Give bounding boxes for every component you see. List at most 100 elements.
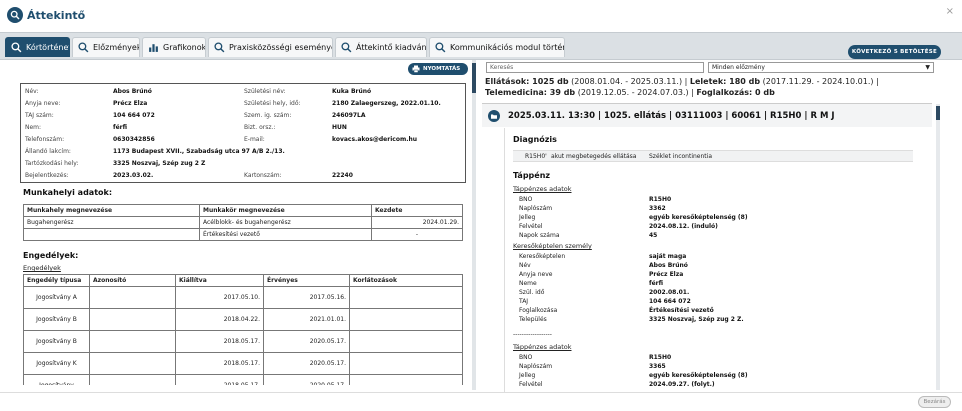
sick-leave-title: Táppénz xyxy=(513,171,551,180)
table-header-row: Munkahely megnevezése Munkakör megnevezé… xyxy=(23,204,463,217)
value-sex: férfi xyxy=(113,124,128,131)
label-mother-name: Anyja neve: xyxy=(25,100,61,107)
value-insurance-country: HUN xyxy=(332,124,347,131)
value-email: kovacs.akos@dericom.hu xyxy=(332,136,418,143)
label-card-number: Kartonszám: xyxy=(244,172,282,179)
field-value: 2002.08.01. xyxy=(649,289,690,296)
tab-elozmenyek[interactable]: Előzmények xyxy=(72,37,140,57)
diagnosis-name: Széklet incontinentia xyxy=(649,153,712,160)
table-cell xyxy=(349,374,463,385)
scrollbar-thumb[interactable] xyxy=(936,106,940,120)
summary-foglalkozas: Foglalkozás: 0 db xyxy=(696,88,775,97)
field-label: Keresőképtelen xyxy=(519,253,566,260)
field-value: Précz Elza xyxy=(649,271,684,278)
column-header: Engedély típusa xyxy=(23,274,90,287)
column-header: Munkakör megnevezése xyxy=(199,204,372,217)
event-header[interactable]: 2025.03.11. 13:30 | 1025. ellátás | 0311… xyxy=(482,103,932,127)
label-residence: Tartózkodási hely: xyxy=(25,160,79,167)
tab-attekinto-kiadvany[interactable]: Áttekintő kiadvány xyxy=(335,37,427,57)
field-value: 3325 Noszvaj, Szép zug 2 Z. xyxy=(649,316,744,323)
field-label: Napok száma xyxy=(519,232,560,239)
print-button[interactable]: NYOMTATÁS xyxy=(408,63,468,75)
value-residence: 3325 Noszvaj, Szép zug 2 Z xyxy=(113,160,206,167)
field-label: TAJ xyxy=(519,298,529,305)
field-label: Jelleg xyxy=(519,214,536,221)
diagnosis-row: R15H0' akut megbetegedés ellátása Székle… xyxy=(513,150,913,162)
history-filter-select[interactable]: Minden előzmény ▼ xyxy=(708,62,934,73)
field-label: Anyja neve xyxy=(519,271,553,278)
permits-table: Engedély típusa Azonosító Kiállítva Érvé… xyxy=(23,274,463,385)
table-cell: 2020.05.17. xyxy=(263,352,350,375)
search-icon xyxy=(435,42,446,53)
field-label: Foglalkozása xyxy=(519,307,558,314)
label-birth-place: Születési hely, idő: xyxy=(244,100,301,107)
incapacitated-person-subtitle: Keresőképtelen személy xyxy=(513,242,592,250)
tab-praxiskozossegi[interactable]: Praxisközösségi események xyxy=(208,37,333,57)
folder-open-icon xyxy=(488,110,500,122)
table-cell: 2021.01.01. xyxy=(263,308,350,331)
table-row: Értékesítési vezető - xyxy=(23,228,463,241)
label-birth-name: Születési név: xyxy=(244,88,286,95)
tab-label: Kórtörténet xyxy=(26,43,70,52)
table-cell xyxy=(349,330,463,353)
field-label: Település xyxy=(519,316,547,323)
table-row: Jogosítvány B 2018.05.17. 2020.05.17. xyxy=(23,330,463,353)
search-icon xyxy=(78,42,89,53)
table-cell: Jogosítvány B xyxy=(23,308,90,331)
panel-splitter[interactable] xyxy=(472,60,476,390)
label-email: E-mail: xyxy=(244,136,265,143)
table-cell: - xyxy=(371,228,463,241)
field-label: Naplószám xyxy=(519,363,553,370)
field-label: Neme xyxy=(519,280,537,287)
field-label: Naplószám xyxy=(519,205,553,212)
field-value: 2024.09.27. (folyt.) xyxy=(649,381,715,388)
tab-grafikonok[interactable]: Grafikonok xyxy=(142,37,206,57)
summary-telemedicina-range: (2019.12.05. - 2024.07.03.) | xyxy=(575,88,697,97)
table-cell: 2017.05.10. xyxy=(175,286,264,309)
table-cell xyxy=(89,374,176,385)
value-mother-name: Précz Elza xyxy=(113,100,148,107)
history-summary: Ellátások: 1025 db (2008.01.04. - 2025.0… xyxy=(485,76,937,98)
label-name: Név: xyxy=(25,88,39,95)
table-row: Bugahengerész Acélblokk- és bugahengerés… xyxy=(23,216,463,229)
left-panel: NYOMTATÁS Név: Abos Brúnó Születési név:… xyxy=(6,60,468,385)
print-button-label: NYOMTATÁS xyxy=(423,66,461,72)
load-next-five-button[interactable]: KÖVETKEZŐ 5 BETÖLTÉSE xyxy=(848,45,941,59)
splitter-handle[interactable] xyxy=(472,63,476,93)
search-icon xyxy=(214,42,225,53)
field-value: Abos Brúnó xyxy=(649,262,688,269)
field-value: 3362 xyxy=(649,205,666,212)
column-header: Korlátozások xyxy=(349,274,463,287)
tab-label: Grafikonok xyxy=(163,43,206,52)
table-cell: 2024.01.29. xyxy=(371,216,463,229)
table-cell xyxy=(89,308,176,331)
window-titlebar: Áttekintő × xyxy=(0,0,962,30)
tab-kortortenet[interactable]: Kórtörténet xyxy=(5,37,70,57)
table-cell: Acélblokk- és bugahengerész xyxy=(199,216,372,229)
column-header: Érvényes xyxy=(263,274,350,287)
window-footer: Bezárás xyxy=(0,392,962,411)
table-cell: 2018.05.17. xyxy=(175,374,264,385)
tab-kommunikacios-modul[interactable]: Kommunikációs modul történet xyxy=(429,37,565,57)
close-icon[interactable]: × xyxy=(946,6,954,17)
chevron-down-icon: ▼ xyxy=(925,64,930,71)
history-filter-value: Minden előzmény xyxy=(712,64,765,71)
field-value: egyéb keresőképtelenség (8) xyxy=(649,214,748,221)
table-cell xyxy=(23,228,200,241)
close-button[interactable]: Bezárás xyxy=(918,396,951,408)
tab-bar: Kórtörténet Előzmények Grafikonok Praxis… xyxy=(0,32,962,60)
table-cell: 2018.05.17. xyxy=(175,352,264,375)
table-row: Jogosítvány A 2017.05.10. 2017.05.16. xyxy=(23,286,463,309)
field-label: Jelleg xyxy=(519,372,536,379)
right-scrollbar[interactable] xyxy=(936,104,940,390)
summary-telemedicina: Telemedicina: 39 db xyxy=(485,88,576,97)
label-phone: Telefonszám: xyxy=(25,136,65,143)
search-input[interactable]: Keresés xyxy=(486,62,704,73)
field-value: férfi xyxy=(649,280,664,287)
sick-leave-data-subtitle: Táppénzes adatok xyxy=(513,185,572,193)
event-detail: Diagnózis R15H0' akut megbetegedés ellát… xyxy=(504,128,928,392)
table-row: Jogosítvány K 2018.05.17. 2020.05.17. xyxy=(23,352,463,375)
column-header: Munkahely megnevezése xyxy=(23,204,200,217)
label-taj: TAJ szám: xyxy=(25,112,54,119)
permits-link[interactable]: Engedélyek xyxy=(23,264,61,272)
